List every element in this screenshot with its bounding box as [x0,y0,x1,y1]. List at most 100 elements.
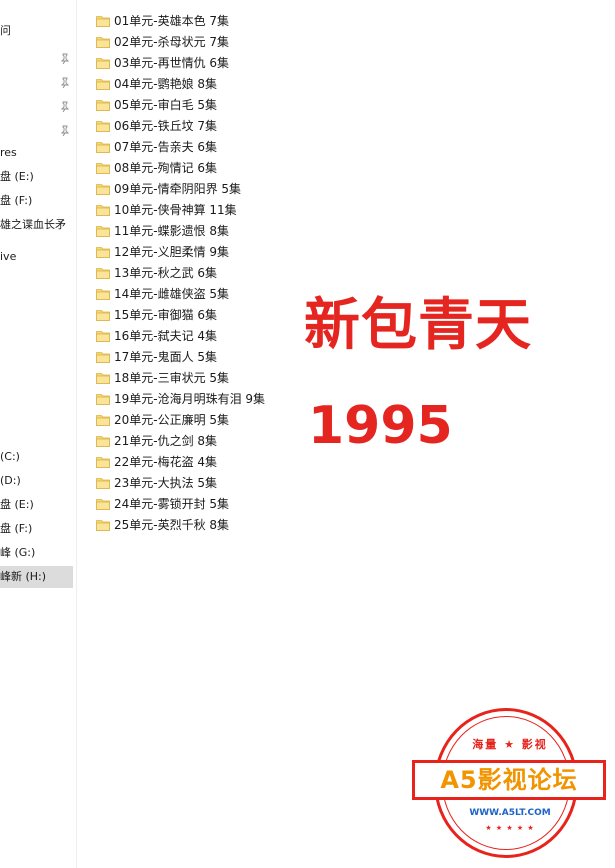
nav-item[interactable]: (D:) [0,470,76,492]
nav-item-label: ive [0,250,17,263]
list-item[interactable]: 25单元-英烈千秋 8集 [96,514,336,535]
seal-stars: ★ ★ ★ ★ ★ [485,824,535,832]
file-name: 14单元-雌雄侠盗 5集 [114,287,230,301]
nav-item[interactable]: 雄之谍血长矛 [0,214,76,236]
file-name: 05单元-审白毛 5集 [114,98,218,112]
file-name: 02单元-杀母状元 7集 [114,35,230,49]
pin-icon[interactable] [60,101,70,113]
folder-icon [96,162,110,174]
file-name: 10单元-侠骨神算 11集 [114,203,237,217]
folder-icon [96,225,110,237]
list-item[interactable]: 09单元-情牵阴阳界 5集 [96,178,336,199]
file-name: 22单元-梅花盗 4集 [114,455,218,469]
nav-item[interactable] [0,96,76,118]
list-item[interactable]: 16单元-弑夫记 4集 [96,325,336,346]
nav-item[interactable]: 盘 (F:) [0,518,76,540]
file-name: 23单元-大执法 5集 [114,476,218,490]
folder-icon [96,99,110,111]
folder-icon [96,309,110,321]
overlay-year: 1995 [308,396,453,456]
nav-item-label: 雄之谍血长矛 [0,218,66,231]
nav-item-label: 盘 (E:) [0,498,34,511]
seal-url: WWW.A5LT.COM [469,808,551,818]
nav-item[interactable]: 盘 (E:) [0,166,76,188]
list-item[interactable]: 10单元-侠骨神算 11集 [96,199,336,220]
nav-item[interactable]: 峰 (G:) [0,542,76,564]
file-name: 19单元-沧海月明珠有泪 9集 [114,392,266,406]
list-item[interactable]: 02单元-杀母状元 7集 [96,31,336,52]
nav-item-label: (C:) [0,450,20,463]
pin-icon[interactable] [60,77,70,89]
file-name: 04单元-鹦艳娘 8集 [114,77,218,91]
list-item[interactable]: 21单元-仇之剑 8集 [96,430,336,451]
nav-item[interactable]: ive [0,246,76,268]
file-name: 17单元-鬼面人 5集 [114,350,218,364]
folder-icon [96,330,110,342]
list-item[interactable]: 04单元-鹦艳娘 8集 [96,73,336,94]
file-name: 12单元-义胆柔情 9集 [114,245,230,259]
folder-icon [96,498,110,510]
nav-item-label: (D:) [0,474,21,487]
file-name: 01单元-英雄本色 7集 [114,14,230,28]
list-item[interactable]: 20单元-公正廉明 5集 [96,409,336,430]
nav-item-label: res [0,146,17,159]
navigation-pane: 问 res 盘 (E:) 盘 (F:) 雄之谍血长矛 ive (C:) (D:) 盘 (E:) 盘… [0,0,77,868]
pin-icon[interactable] [60,125,70,137]
file-name: 09单元-情牵阴阳界 5集 [114,182,242,196]
nav-item-label: 峰新 (H:) [0,570,47,583]
folder-icon [96,456,110,468]
list-item[interactable]: 19单元-沧海月明珠有泪 9集 [96,388,336,409]
list-item[interactable]: 07单元-告亲夫 6集 [96,136,336,157]
file-name: 07单元-告亲夫 6集 [114,140,218,154]
list-item[interactable]: 08单元-殉情记 6集 [96,157,336,178]
folder-icon [96,246,110,258]
file-name: 20单元-公正廉明 5集 [114,413,230,427]
folder-icon [96,57,110,69]
nav-item[interactable]: 盘 (E:) [0,494,76,516]
list-item[interactable]: 17单元-鬼面人 5集 [96,346,336,367]
folder-icon [96,141,110,153]
nav-item[interactable]: 问 [0,20,76,42]
list-item[interactable]: 13单元-秋之武 6集 [96,262,336,283]
list-item[interactable]: 14单元-雌雄侠盗 5集 [96,283,336,304]
folder-icon [96,120,110,132]
file-name: 21单元-仇之剑 8集 [114,434,218,448]
folder-icon [96,78,110,90]
nav-item-label: 盘 (F:) [0,522,33,535]
list-item[interactable]: 11单元-蝶影遗恨 8集 [96,220,336,241]
nav-item[interactable] [0,72,76,94]
folder-icon [96,288,110,300]
file-name: 03单元-再世情仇 6集 [114,56,230,70]
file-name: 18单元-三审状元 5集 [114,371,230,385]
folder-icon [96,393,110,405]
file-name: 06单元-铁丘坟 7集 [114,119,218,133]
file-name: 11单元-蝶影遗恨 8集 [114,224,230,238]
nav-item-label: 峰 (G:) [0,546,36,559]
list-item[interactable]: 03单元-再世情仇 6集 [96,52,336,73]
nav-item[interactable] [0,48,76,70]
pin-icon[interactable] [60,53,70,65]
nav-item[interactable]: 盘 (F:) [0,190,76,212]
list-item[interactable]: 12单元-义胆柔情 9集 [96,241,336,262]
nav-item[interactable]: res [0,142,76,164]
list-item[interactable]: 22单元-梅花盗 4集 [96,451,336,472]
folder-icon [96,372,110,384]
nav-item[interactable]: (C:) [0,446,76,468]
list-item[interactable]: 15单元-审御猫 6集 [96,304,336,325]
folder-icon [96,435,110,447]
list-item[interactable]: 06单元-铁丘坟 7集 [96,115,336,136]
list-item[interactable]: 23单元-大执法 5集 [96,472,336,493]
folder-icon [96,414,110,426]
list-item[interactable]: 05单元-审白毛 5集 [96,94,336,115]
list-item[interactable]: 24单元-雾锁开封 5集 [96,493,336,514]
folder-icon [96,267,110,279]
nav-item-label: 盘 (F:) [0,194,33,207]
file-name: 15单元-审御猫 6集 [114,308,218,322]
folder-icon [96,36,110,48]
file-name: 08单元-殉情记 6集 [114,161,218,175]
list-item[interactable]: 01单元-英雄本色 7集 [96,10,336,31]
list-item[interactable]: 18单元-三审状元 5集 [96,367,336,388]
nav-item[interactable] [0,120,76,142]
folder-icon [96,183,110,195]
nav-item[interactable]: 峰新 (H:) [0,566,73,588]
